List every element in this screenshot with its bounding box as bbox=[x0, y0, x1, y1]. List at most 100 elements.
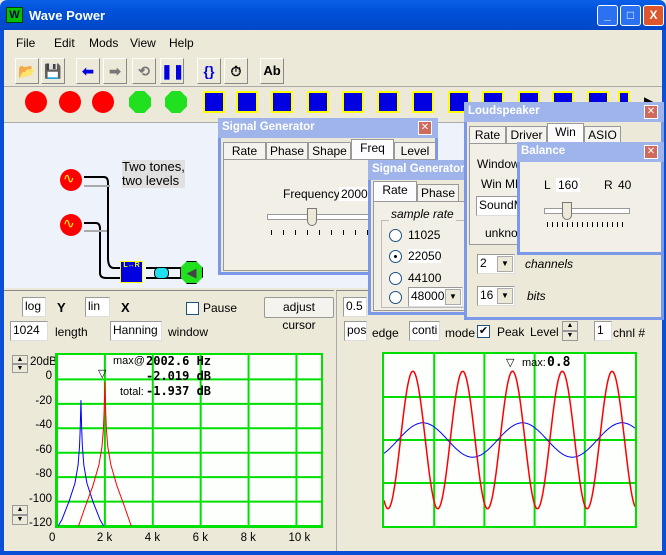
connector-icon bbox=[154, 267, 169, 279]
module-speaker-off-icon[interactable] bbox=[129, 91, 151, 113]
slider-thumb[interactable] bbox=[561, 202, 572, 220]
balance-dialog: Balance ✕ L 160 R 40 bbox=[517, 142, 664, 255]
window-type-field[interactable]: Hanning bbox=[110, 321, 162, 341]
window-label: window bbox=[168, 325, 209, 339]
dialog-title[interactable]: Signal Generator bbox=[368, 160, 468, 180]
peak-checkbox[interactable]: ✔ bbox=[477, 325, 490, 338]
scope-max-value: 0.8 bbox=[547, 355, 571, 370]
braces-button[interactable]: {} bbox=[197, 58, 221, 84]
text-button[interactable]: Ab bbox=[260, 58, 284, 84]
pause-button[interactable]: ❚❚ bbox=[160, 58, 184, 84]
level-up-button[interactable]: ▲ bbox=[562, 321, 578, 331]
loudspeaker-module[interactable]: ◀ bbox=[180, 261, 203, 284]
tab-phase[interactable]: Phase bbox=[266, 142, 308, 159]
module-mixer-icon[interactable] bbox=[377, 91, 399, 113]
y-tick-label: -20 bbox=[35, 394, 52, 407]
y-bottom-up-button[interactable]: ▲ bbox=[12, 505, 28, 515]
module-file-out-icon[interactable] bbox=[165, 91, 187, 113]
bits-combo[interactable]: 16 ▼ bbox=[477, 286, 515, 306]
mode-field[interactable]: conti bbox=[409, 321, 440, 341]
mode-label: mode bbox=[445, 326, 476, 340]
level-down-button[interactable]: ▼ bbox=[562, 331, 578, 341]
module-filter-low-icon[interactable] bbox=[271, 91, 293, 113]
edge-field[interactable]: pos bbox=[344, 321, 367, 341]
tab-win[interactable]: Win bbox=[547, 123, 584, 143]
y-scale-field[interactable]: log bbox=[22, 297, 46, 317]
rate-radio-custom[interactable] bbox=[389, 291, 402, 304]
scope-plot[interactable] bbox=[382, 352, 637, 528]
close-button[interactable]: X bbox=[643, 5, 664, 26]
x-scale-field[interactable]: lin bbox=[85, 297, 110, 317]
tab-rate[interactable]: Rate bbox=[223, 142, 266, 159]
module-filter-band-icon[interactable] bbox=[307, 91, 329, 113]
tab-rate[interactable]: Rate bbox=[469, 126, 506, 143]
x-tick-label: 0 bbox=[49, 532, 56, 544]
menu-help[interactable]: Help bbox=[169, 36, 194, 50]
balance-module[interactable]: L↔R bbox=[120, 261, 143, 283]
close-icon[interactable]: ✕ bbox=[644, 145, 658, 159]
channel-field[interactable]: 1 bbox=[594, 321, 612, 341]
x-tick-label: 8 k bbox=[240, 532, 256, 544]
tab-rate[interactable]: Rate bbox=[373, 181, 417, 201]
arrow-right-button[interactable]: ➡ bbox=[103, 58, 127, 84]
tab-level[interactable]: Level bbox=[394, 142, 436, 159]
menu-file[interactable]: File bbox=[16, 36, 35, 50]
maximize-button[interactable]: □ bbox=[620, 5, 641, 26]
x-tick-label: 10 k bbox=[288, 532, 311, 544]
menu-view[interactable]: View bbox=[130, 36, 156, 50]
y-top-up-button[interactable]: ▲ bbox=[12, 355, 28, 364]
dialog-title[interactable]: Signal Generator bbox=[218, 118, 438, 138]
stopwatch-icon: ⏱ bbox=[230, 63, 242, 79]
close-icon[interactable]: ✕ bbox=[644, 105, 658, 119]
dialog-title[interactable]: Loudspeaker bbox=[464, 102, 664, 122]
loop-button[interactable]: ⟲ bbox=[132, 58, 156, 84]
tab-phase[interactable]: Phase bbox=[417, 184, 459, 201]
module-histogram-icon[interactable] bbox=[236, 91, 258, 113]
save-disk-button[interactable]: 💾 bbox=[41, 58, 65, 84]
y-tick-label: 0 bbox=[45, 370, 52, 383]
adjust-cursor-button[interactable]: adjust cursor bbox=[264, 297, 334, 332]
slider-thumb[interactable] bbox=[306, 208, 317, 226]
chevron-down-icon[interactable]: ▼ bbox=[445, 289, 461, 305]
module-delay-icon[interactable] bbox=[412, 91, 434, 113]
x-tick-label: 4 k bbox=[144, 532, 161, 544]
rate-radio-22050[interactable] bbox=[389, 250, 402, 263]
module-balance-in-icon[interactable] bbox=[203, 91, 225, 113]
channels-combo[interactable]: 2 ▼ bbox=[477, 254, 515, 274]
tab-driver[interactable]: Driver bbox=[506, 126, 547, 143]
left-value[interactable]: 160 bbox=[556, 178, 581, 192]
fft-length-field[interactable]: 1024 bbox=[10, 321, 48, 341]
tab-freq[interactable]: Freq bbox=[351, 139, 394, 159]
menu-edit[interactable]: Edit bbox=[54, 36, 75, 50]
rate-radio-44100[interactable] bbox=[389, 272, 402, 285]
combo-value: 16 bbox=[480, 288, 494, 302]
module-sine-generator-icon[interactable] bbox=[92, 91, 114, 113]
dialog-title[interactable]: Balance bbox=[517, 142, 664, 162]
balance-slider[interactable] bbox=[544, 202, 630, 220]
sine-generator-2[interactable]: ∿ bbox=[60, 214, 82, 236]
rate-radio-11025[interactable] bbox=[389, 229, 402, 242]
tab-shape[interactable]: Shape bbox=[308, 142, 351, 159]
left-label: L bbox=[544, 178, 551, 192]
sine-generator-1[interactable]: ∿ bbox=[60, 169, 82, 191]
pause-checkbox[interactable] bbox=[186, 302, 199, 315]
trigger-level-field[interactable]: 0.5 bbox=[343, 297, 367, 317]
open-folder-button[interactable]: 📂 bbox=[15, 58, 39, 84]
chevron-down-icon[interactable]: ▼ bbox=[497, 288, 513, 304]
stopwatch-button[interactable]: ⏱ bbox=[224, 58, 248, 84]
frequency-value[interactable]: 2000 bbox=[339, 187, 370, 201]
module-filter-high-icon[interactable] bbox=[342, 91, 364, 113]
module-wave-file-in-icon[interactable] bbox=[59, 91, 81, 113]
total-prefix: total: bbox=[120, 386, 144, 398]
close-icon[interactable]: ✕ bbox=[418, 121, 432, 135]
custom-rate-combo[interactable]: 48000 ▼ bbox=[408, 287, 463, 307]
module-microphone-icon[interactable] bbox=[25, 91, 47, 113]
tab-asio[interactable]: ASIO bbox=[584, 126, 621, 143]
menu-mods[interactable]: Mods bbox=[89, 36, 118, 50]
minimize-button[interactable]: _ bbox=[597, 5, 618, 26]
canvas-note[interactable]: Two tones, two levels bbox=[122, 160, 185, 188]
arrow-left-button[interactable]: ⬅ bbox=[76, 58, 100, 84]
y-top-label: 20dB bbox=[30, 356, 57, 368]
chevron-down-icon[interactable]: ▼ bbox=[497, 256, 513, 272]
pause-icon: ❚❚ bbox=[161, 63, 185, 79]
